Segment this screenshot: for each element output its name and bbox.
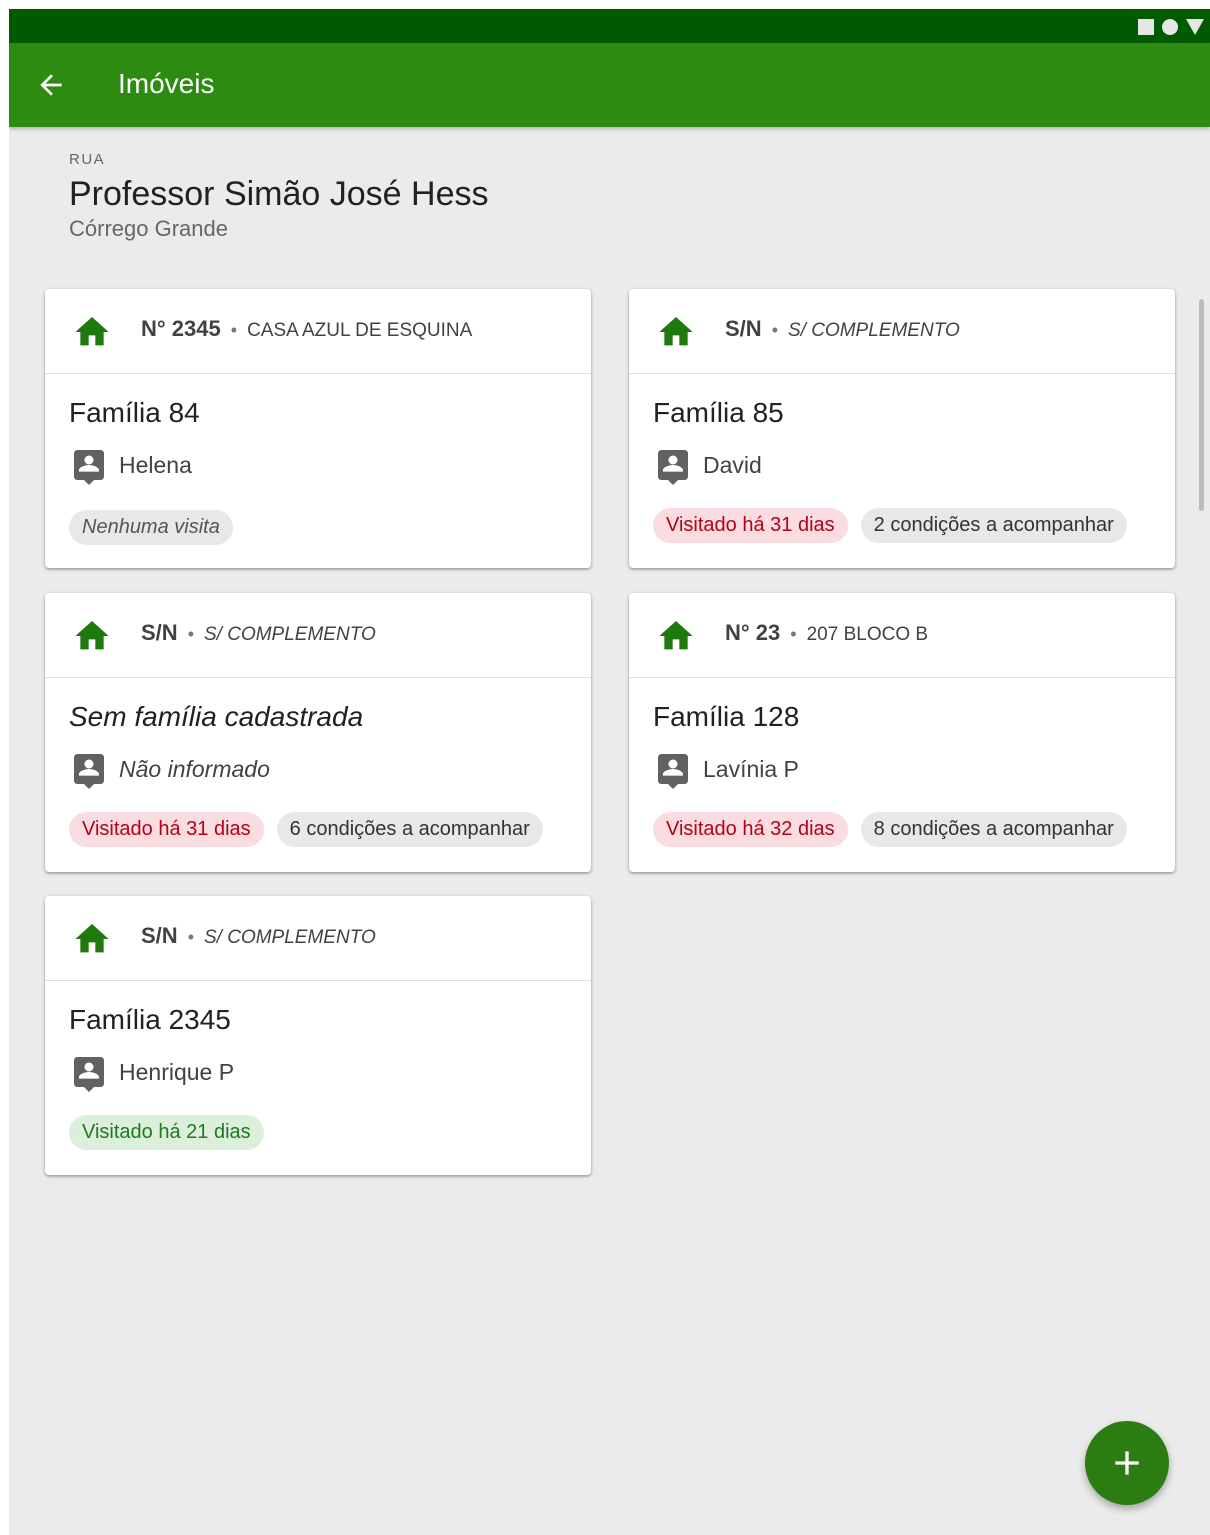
home-icon xyxy=(659,621,693,650)
family-name: Família 85 xyxy=(653,397,784,428)
conditions-chip: 2 condições a acompanhar xyxy=(860,508,1127,543)
visit-status-chip: Visitado há 32 dias xyxy=(653,812,848,847)
separator-dot: • xyxy=(230,320,238,340)
separator-dot: • xyxy=(790,624,797,644)
square-nav-icon xyxy=(1138,19,1154,35)
visit-status-chip: Nenhuma visita xyxy=(69,510,233,545)
street-name: Professor Simão José Hess xyxy=(69,175,489,213)
home-icon xyxy=(75,621,109,650)
family-name: Família 2345 xyxy=(69,1004,231,1035)
property-card-header: S/N • S/ COMPLEMENTO xyxy=(45,896,591,981)
account-box-icon xyxy=(74,754,104,789)
responsible-person: Henrique P xyxy=(69,1052,234,1092)
street-type-label: RUA xyxy=(69,151,106,168)
circle-nav-icon xyxy=(1162,19,1178,35)
status-bar xyxy=(9,9,1210,43)
family-name: Família 128 xyxy=(653,701,800,732)
property-complement: CASA AZUL DE ESQUINA xyxy=(247,320,473,341)
separator-dot: • xyxy=(771,320,778,340)
property-card[interactable]: S/N • S/ COMPLEMENTO Sem família cadastr… xyxy=(45,593,591,872)
person-name: Não informado xyxy=(119,755,270,782)
home-icon xyxy=(75,924,109,953)
property-complement: S/ COMPLEMENTO xyxy=(788,320,960,341)
account-box-icon xyxy=(74,450,104,485)
app-bar: Imóveis xyxy=(9,43,1210,127)
property-card[interactable]: N° 2345 • CASA AZUL DE ESQUINA Família 8… xyxy=(45,289,591,568)
family-name: Família 84 xyxy=(69,397,200,428)
account-box-icon xyxy=(658,754,688,789)
home-icon xyxy=(659,317,693,346)
home-icon xyxy=(75,317,109,346)
visit-status-chip: Visitado há 31 dias xyxy=(653,508,848,543)
add-property-button[interactable] xyxy=(1085,1421,1169,1505)
property-complement: S/ COMPLEMENTO xyxy=(204,927,376,948)
account-box-icon xyxy=(74,1057,104,1092)
triangle-signal-icon xyxy=(1186,19,1204,35)
property-card-header: S/N • S/ COMPLEMENTO xyxy=(45,593,591,678)
person-name: Helena xyxy=(119,451,192,478)
property-number: S/N xyxy=(141,620,178,645)
property-card-header: S/N • S/ COMPLEMENTO xyxy=(629,289,1175,374)
separator-dot: • xyxy=(187,624,194,644)
account-box-icon xyxy=(658,450,688,485)
responsible-person: David xyxy=(653,445,762,485)
responsible-person: Não informado xyxy=(69,749,270,789)
property-card-header: N° 2345 • CASA AZUL DE ESQUINA xyxy=(45,289,591,374)
property-card-header: N° 23 • 207 BLOCO B xyxy=(629,593,1175,678)
property-number: S/N xyxy=(725,316,762,341)
district-name: Córrego Grande xyxy=(69,216,228,241)
plus-icon xyxy=(1115,1451,1139,1475)
property-complement: 207 BLOCO B xyxy=(806,624,929,645)
person-name: Henrique P xyxy=(119,1058,235,1085)
separator-dot: • xyxy=(187,927,194,947)
property-card[interactable]: N° 23 • 207 BLOCO B Família 128 Lavínia … xyxy=(629,593,1175,872)
property-number: N° 23 xyxy=(725,620,781,645)
conditions-chip: 8 condições a acompanhar xyxy=(860,812,1127,847)
responsible-person: Helena xyxy=(69,445,192,485)
app-screen: Imóveis RUA Professor Simão José Hess Có… xyxy=(9,9,1210,1535)
street-header: RUA Professor Simão José Hess Córrego Gr… xyxy=(69,151,489,242)
app-bar-title: Imóveis xyxy=(118,68,215,99)
property-number: S/N xyxy=(141,923,178,948)
responsible-person: Lavínia P xyxy=(653,749,799,789)
person-name: David xyxy=(703,451,762,478)
person-name: Lavínia P xyxy=(703,755,799,782)
visit-status-chip: Visitado há 21 dias xyxy=(69,1115,264,1150)
property-card[interactable]: S/N • S/ COMPLEMENTO Família 85 David Vi… xyxy=(629,289,1175,568)
visit-status-chip: Visitado há 31 dias xyxy=(69,812,264,847)
property-complement: S/ COMPLEMENTO xyxy=(204,624,376,645)
property-number: N° 2345 xyxy=(141,316,221,341)
arrow-back-icon[interactable] xyxy=(35,69,67,101)
property-card[interactable]: S/N • S/ COMPLEMENTO Família 2345 Henriq… xyxy=(45,896,591,1175)
scrollbar[interactable] xyxy=(1199,299,1204,511)
conditions-chip: 6 condições a acompanhar xyxy=(276,812,543,847)
family-name: Sem família cadastrada xyxy=(69,701,364,732)
